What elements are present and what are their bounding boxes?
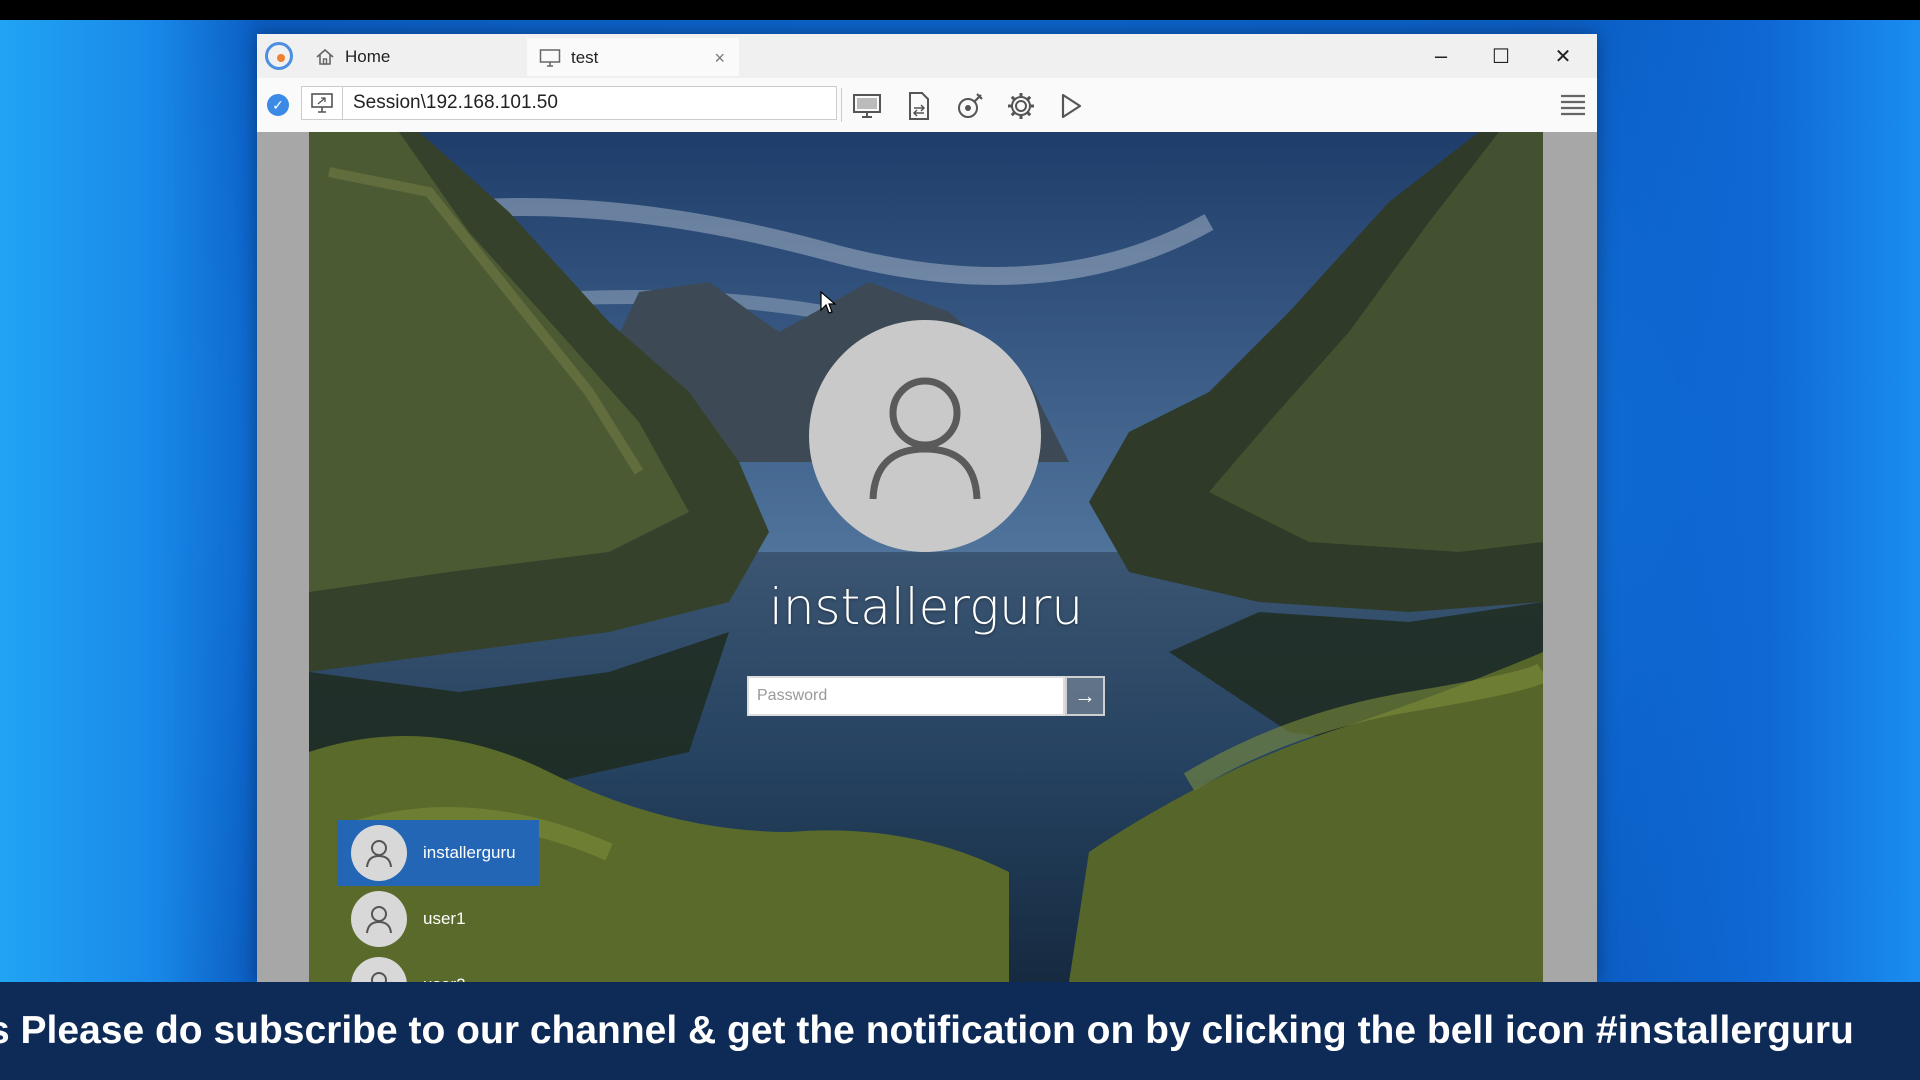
- user-avatar-icon: [351, 957, 407, 982]
- subscribe-ticker-banner: s Please do subscribe to our channel & g…: [0, 982, 1920, 1080]
- user-item-label: user1: [423, 909, 466, 928]
- maximize-button[interactable]: ☐: [1471, 34, 1531, 78]
- session-address-field[interactable]: Session\192.168.101.50: [301, 86, 837, 120]
- remote-lock-screen[interactable]: installerguru → installerguru user1: [309, 132, 1543, 982]
- login-username: installerguru: [768, 578, 1084, 636]
- display-icon[interactable]: [851, 90, 883, 122]
- home-icon: [316, 48, 334, 65]
- title-bar: Home test × – ☐ ✕: [257, 34, 1597, 78]
- file-transfer-icon[interactable]: [903, 90, 935, 122]
- toolbar-divider: [841, 88, 842, 122]
- minimize-button[interactable]: –: [1411, 34, 1471, 78]
- user-avatar-icon: [351, 891, 407, 947]
- user-item-installerguru[interactable]: installerguru: [337, 820, 539, 886]
- tab-test[interactable]: test ×: [527, 38, 739, 76]
- user-avatar-large: [809, 320, 1041, 552]
- tab-home-label: Home: [345, 47, 391, 66]
- user-switch-list: installerguru user1 user2: [337, 820, 539, 982]
- tab-home[interactable]: Home: [303, 38, 563, 76]
- app-logo-icon: [265, 42, 293, 70]
- remote-monitor-icon: [302, 87, 343, 119]
- remote-viewport: installerguru → installerguru user1: [257, 132, 1597, 982]
- user-item-label: user2: [423, 975, 466, 982]
- user-item-label: installerguru: [423, 843, 516, 862]
- submit-arrow-button[interactable]: →: [1065, 676, 1105, 716]
- hamburger-menu-icon[interactable]: [1559, 92, 1587, 118]
- close-window-button[interactable]: ✕: [1533, 34, 1593, 78]
- remote-desktop-app-window: Home test × – ☐ ✕ ✓ Session\192.168.101.…: [257, 34, 1597, 982]
- ticker-text: s Please do subscribe to our channel & g…: [0, 1009, 1854, 1052]
- settings-icon[interactable]: [1005, 90, 1037, 122]
- user-avatar-icon: [351, 825, 407, 881]
- tools-icon[interactable]: [954, 90, 986, 122]
- password-input[interactable]: [749, 678, 1063, 714]
- user-item-user2[interactable]: user2: [337, 952, 539, 982]
- connected-check-icon: ✓: [267, 94, 289, 116]
- toolbar: ✓ Session\192.168.101.50: [257, 78, 1597, 133]
- monitor-icon: [539, 49, 561, 67]
- close-tab-icon[interactable]: ×: [714, 48, 725, 69]
- user-item-user1[interactable]: user1: [337, 886, 539, 952]
- tab-test-label: test: [571, 48, 599, 67]
- user-silhouette-icon: [869, 377, 981, 500]
- play-icon[interactable]: [1055, 90, 1087, 122]
- password-field[interactable]: [747, 676, 1065, 716]
- mouse-cursor-icon: [819, 290, 837, 321]
- session-address-text: Session\192.168.101.50: [353, 92, 558, 113]
